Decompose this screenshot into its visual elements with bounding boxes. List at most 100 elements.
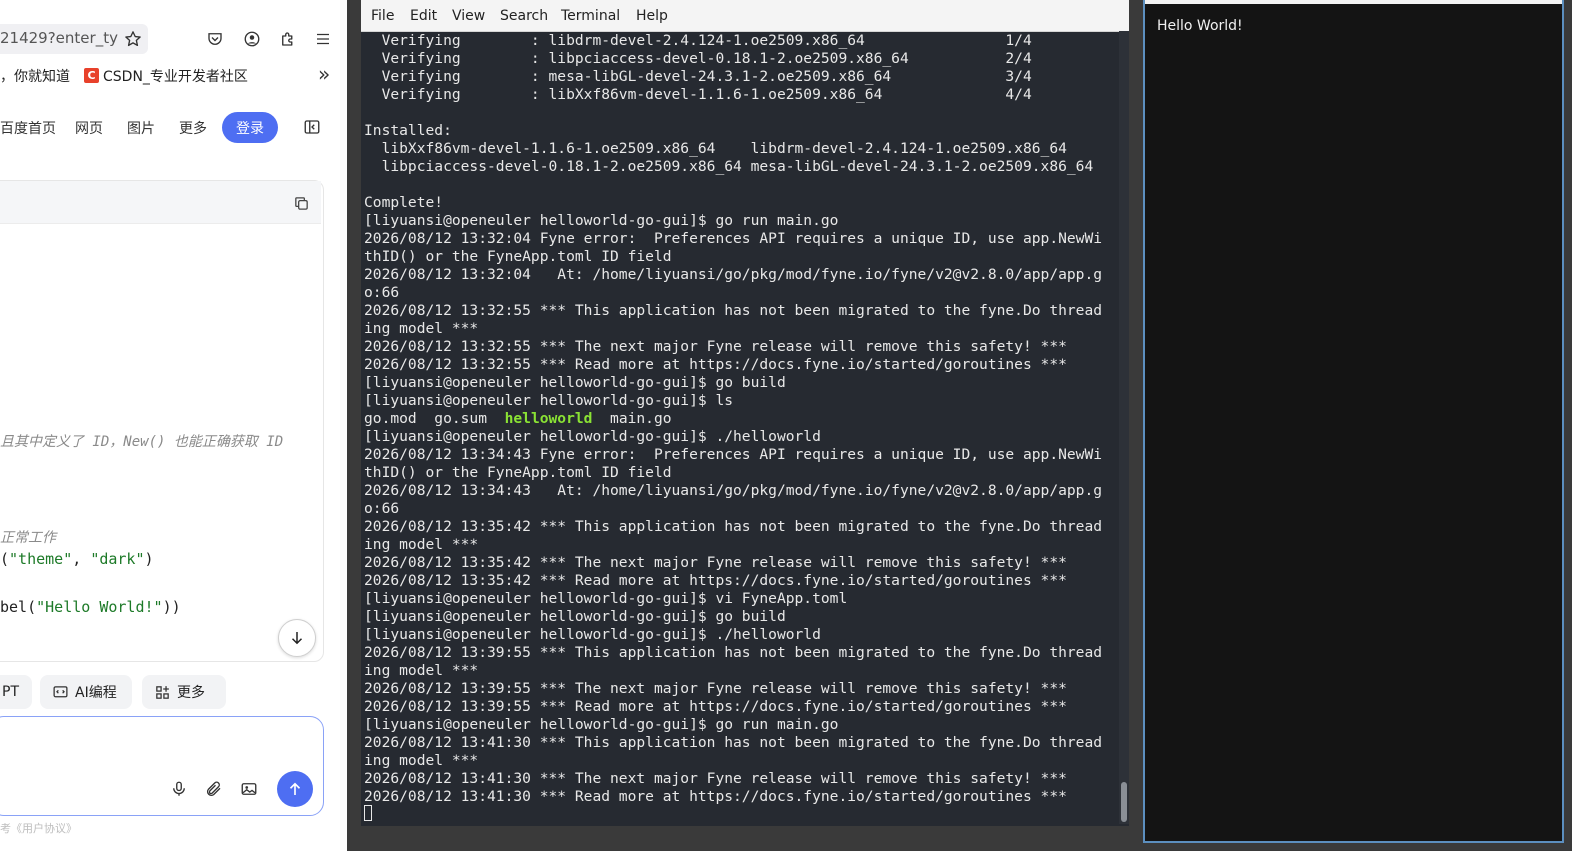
terminal-line: [liyuansi@openeuler helloworld-go-gui]$ …	[364, 590, 848, 607]
terminal-line: 2026/08/12 13:41:30 *** Read more at htt…	[364, 788, 1067, 805]
terminal-line: 2026/08/12 13:41:30 *** This application…	[364, 734, 1103, 751]
code-comment: 正常工作	[0, 530, 56, 546]
code-token: bel(	[0, 598, 37, 616]
terminal-line: Verifying : libdrm-devel-2.4.124-1.oe250…	[364, 32, 1032, 49]
terminal-line: 2026/08/12 13:32:55 *** Read more at htt…	[364, 356, 1067, 373]
arrow-down-icon	[291, 632, 303, 645]
code-token: ))	[162, 598, 181, 616]
terminal-line: thID() or the FyneApp.toml ID field	[364, 464, 672, 481]
chip-ai-coding[interactable]: AI编程	[40, 675, 132, 709]
chat-input[interactable]	[0, 716, 324, 816]
nav-web[interactable]: 网页	[75, 118, 103, 138]
terminal-line: o:66	[364, 500, 400, 517]
microphone-icon[interactable]	[167, 777, 191, 801]
chip-more[interactable]: 更多	[142, 675, 226, 709]
browser-window: 21429?enter_type ，你就知道 C CSDN_专业开发者社区 » …	[0, 0, 347, 851]
terminal-line: o:66	[364, 284, 400, 301]
terminal-line: 2026/08/12 13:35:42 *** This application…	[364, 518, 1103, 535]
terminal-line: ing model ***	[364, 320, 479, 337]
terminal-line: 2026/08/12 13:41:30 *** The next major F…	[364, 770, 1067, 787]
csdn-logo-icon: C	[84, 68, 99, 83]
terminal-line: 2026/08/12 13:35:42 *** Read more at htt…	[364, 572, 1067, 589]
terminal-line: ing model ***	[364, 752, 479, 769]
code-string: "theme"	[9, 550, 73, 568]
chip-chatgpt[interactable]: PT	[0, 675, 32, 709]
chip-label: AI编程	[75, 685, 117, 701]
terminal-line: 2026/08/12 13:39:55 *** This application…	[364, 644, 1103, 661]
code-block	[0, 180, 324, 662]
terminal-line: 2026/08/12 13:34:43 Fyne error: Preferen…	[364, 446, 1103, 463]
apps-icon	[156, 685, 169, 699]
terminal-line: [liyuansi@openeuler helloworld-go-gui]$ …	[364, 716, 839, 733]
nav-images[interactable]: 图片	[127, 118, 155, 138]
terminal-ls-output: go.mod go.sum helloworld main.go	[364, 410, 1120, 428]
terminal-line: 2026/08/12 13:34:43 At: /home/liyuansi/g…	[364, 482, 1103, 499]
sidebar-toggle-icon[interactable]	[300, 115, 324, 139]
terminal-line: 2026/08/12 13:39:55 *** Read more at htt…	[364, 698, 1067, 715]
terminal-line: [liyuansi@openeuler helloworld-go-gui]$ …	[364, 428, 821, 445]
terminal-line: ing model ***	[364, 536, 479, 553]
terminal-line: [liyuansi@openeuler helloworld-go-gui]$ …	[364, 212, 839, 229]
code-token: )	[144, 550, 154, 568]
terminal-line: 2026/08/12 13:35:42 *** The next major F…	[364, 554, 1067, 571]
account-icon[interactable]	[240, 27, 264, 51]
ls-executable: helloworld	[504, 410, 593, 427]
terminal-line: 2026/08/12 13:32:04 Fyne error: Preferen…	[364, 230, 1103, 247]
code-line: bel("Hello World!"))	[0, 598, 181, 616]
code-icon	[53, 685, 68, 697]
menu-view[interactable]: View	[452, 8, 485, 24]
ls-files: go.mod go.sum	[364, 410, 505, 427]
copy-icon[interactable]	[289, 191, 313, 215]
url-text[interactable]: 21429?enter_type	[0, 29, 118, 47]
chip-label: 更多	[177, 685, 205, 701]
terminal-scrollbar[interactable]	[1119, 31, 1129, 824]
terminal-line: Verifying : libXxf86vm-devel-1.1.6-1.oe2…	[364, 86, 1032, 103]
terminal-line: Verifying : libpciaccess-devel-0.18.1-2.…	[364, 50, 1032, 67]
code-token: ,	[72, 550, 91, 568]
nav-baidu-home[interactable]: 百度首页	[0, 118, 56, 138]
terminal-line: libXxf86vm-devel-1.1.6-1.oe2509.x86_64 l…	[364, 140, 1067, 157]
fyne-window-titlebar[interactable]	[1145, 0, 1562, 4]
terminal-line: Installed:	[364, 122, 452, 139]
image-icon[interactable]	[237, 777, 261, 801]
terminal-line: ing model ***	[364, 662, 479, 679]
scroll-down-button[interactable]	[278, 619, 316, 657]
terminal-line: [liyuansi@openeuler helloworld-go-gui]$ …	[364, 626, 821, 643]
terminal-line: 2026/08/12 13:39:55 *** The next major F…	[364, 680, 1067, 697]
bookmarks-overflow-icon[interactable]: »	[318, 62, 330, 86]
extensions-icon[interactable]	[276, 27, 300, 51]
terminal-line: 2026/08/12 13:32:04 At: /home/liyuansi/g…	[364, 266, 1103, 283]
code-string: "dark"	[90, 550, 145, 568]
bookmark-baidu[interactable]: ，你就知道	[0, 66, 70, 86]
star-icon[interactable]	[121, 27, 145, 51]
terminal-line: [liyuansi@openeuler helloworld-go-gui]$ …	[364, 392, 734, 409]
terminal-line: [liyuansi@openeuler helloworld-go-gui]$ …	[364, 608, 786, 625]
code-block-header	[0, 181, 321, 224]
nav-more[interactable]: 更多	[179, 118, 207, 138]
terminal-scrollbar-thumb[interactable]	[1121, 782, 1127, 822]
chip-label: PT	[2, 684, 19, 700]
attachment-icon[interactable]	[202, 777, 226, 801]
menu-help[interactable]: Help	[636, 8, 668, 24]
menu-file[interactable]: File	[371, 8, 394, 24]
menu-search[interactable]: Search	[500, 8, 548, 24]
arrow-up-icon	[289, 782, 301, 795]
menu-edit[interactable]: Edit	[410, 8, 437, 24]
menu-terminal[interactable]: Terminal	[561, 8, 620, 24]
login-button[interactable]: 登录	[222, 112, 278, 143]
terminal-cursor	[364, 805, 372, 821]
terminal-line: 2026/08/12 13:32:55 *** The next major F…	[364, 338, 1067, 355]
send-button[interactable]	[277, 771, 313, 807]
terminal-line: [liyuansi@openeuler helloworld-go-gui]$ …	[364, 374, 786, 391]
bookmark-csdn[interactable]: CSDN_专业开发者社区	[103, 66, 248, 86]
terminal-line: Complete!	[364, 194, 444, 211]
terminal-line: thID() or the FyneApp.toml ID field	[364, 248, 672, 265]
terminal-line: Verifying : mesa-libGL-devel-24.3.1-2.oe…	[364, 68, 1032, 85]
code-string: "Hello World!"	[36, 598, 163, 616]
menu-icon[interactable]	[311, 27, 335, 51]
pocket-icon[interactable]	[203, 27, 227, 51]
code-comment: 且其中定义了 ID，New() 也能正确获取 ID	[0, 434, 284, 450]
terminal-output[interactable]: Verifying : libdrm-devel-2.4.124-1.oe250…	[364, 32, 1120, 824]
